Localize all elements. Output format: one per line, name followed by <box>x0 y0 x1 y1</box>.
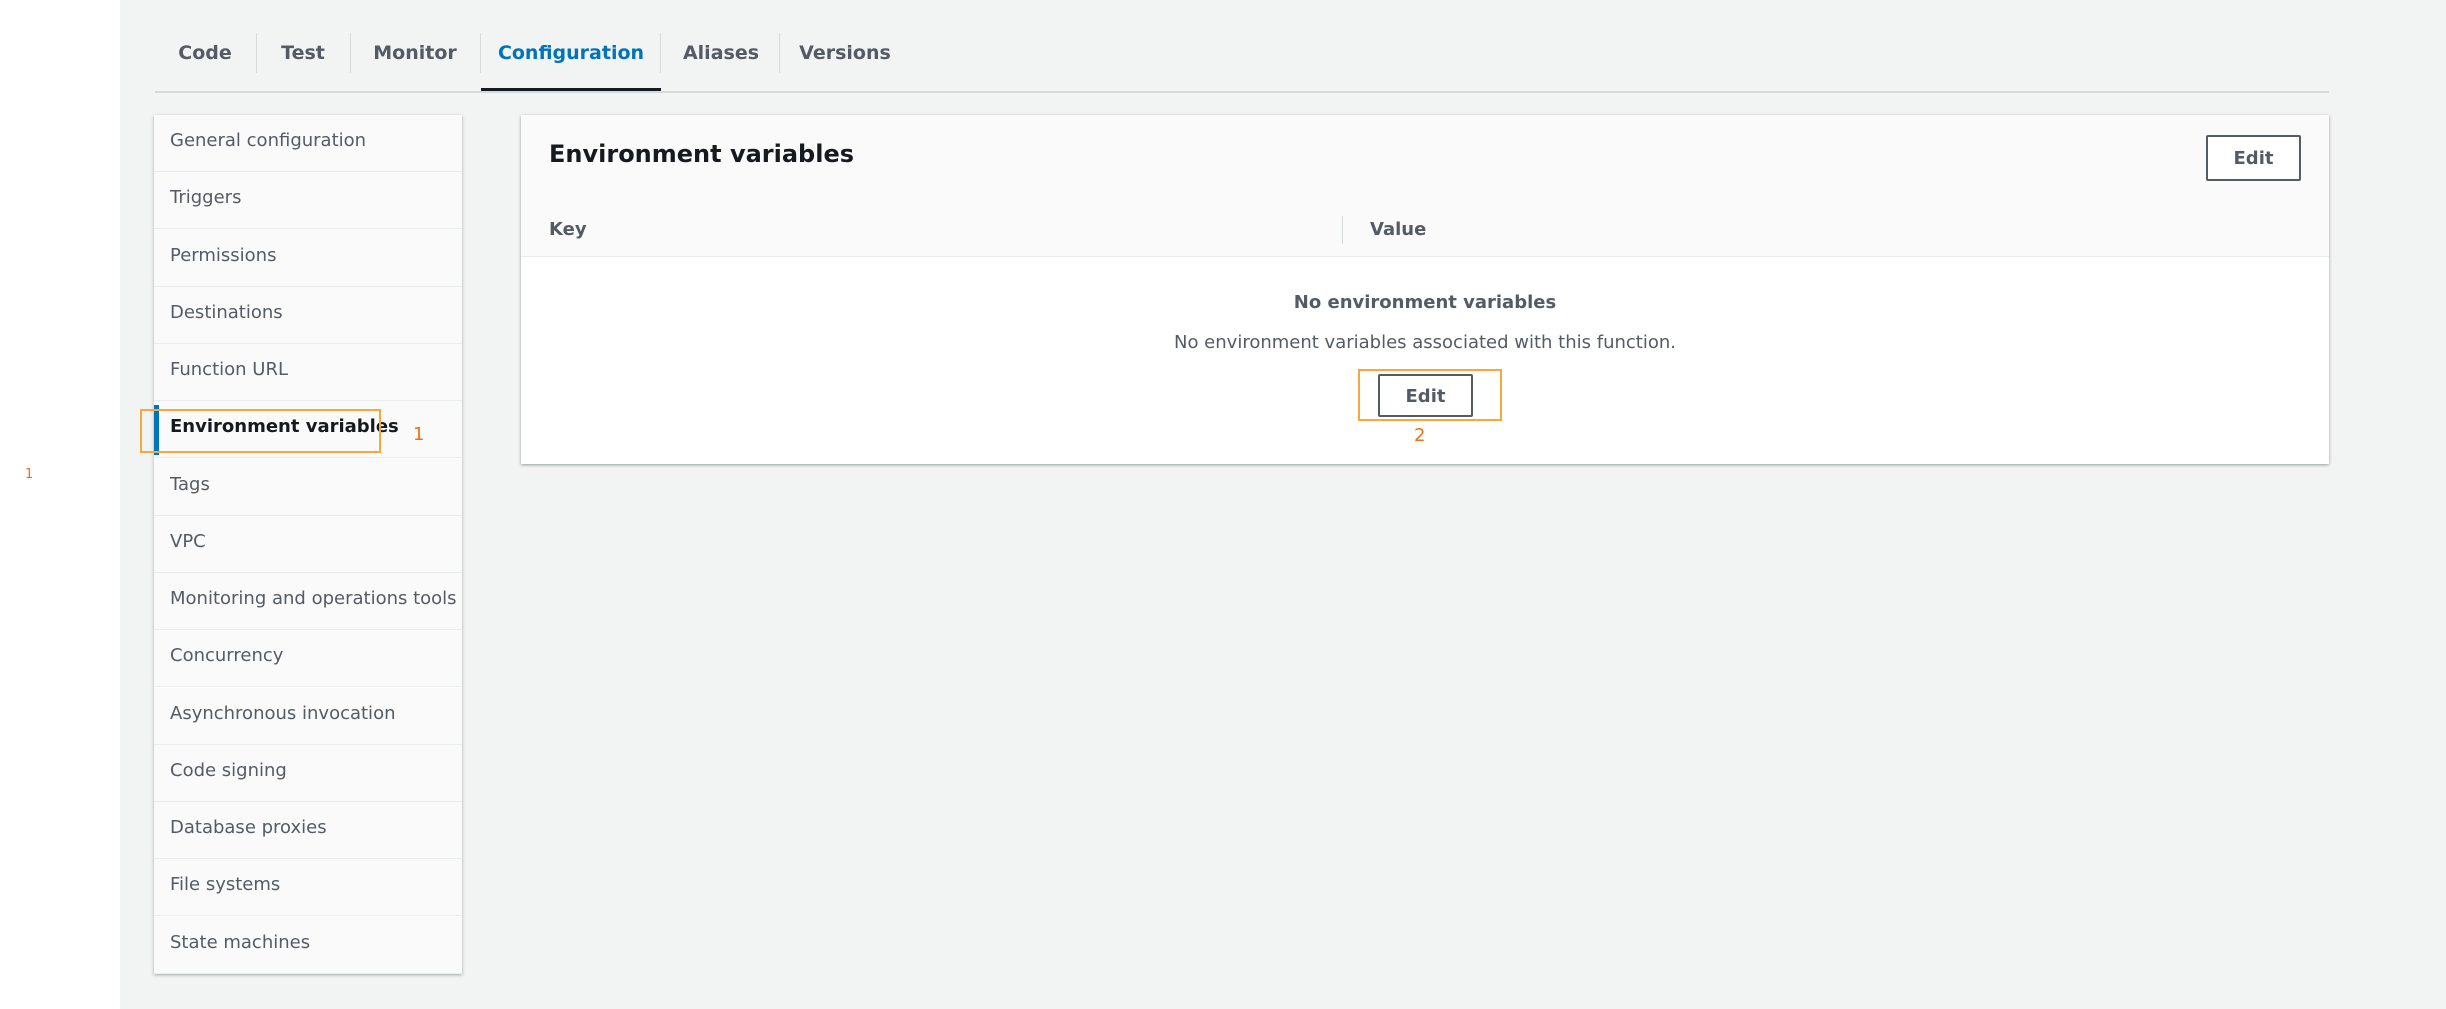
panel-title: Environment variables <box>549 140 855 168</box>
panel-header: Environment variables Edit <box>521 115 2329 205</box>
tab-test[interactable]: Test <box>257 30 349 91</box>
tab-code[interactable]: Code <box>155 30 255 91</box>
tab-aliases[interactable]: Aliases <box>661 30 781 91</box>
column-header-value: Value <box>1370 219 1427 240</box>
sidenav-item-triggers[interactable]: Triggers <box>154 172 462 229</box>
sidenav-item-tags[interactable]: Tags <box>154 459 462 516</box>
tab-configuration[interactable]: Configuration <box>481 30 661 91</box>
table-header: Key Value <box>521 204 2329 257</box>
sidenav-item-vpc[interactable]: VPC <box>154 516 462 573</box>
tab-versions[interactable]: Versions <box>780 30 910 91</box>
header-edit-button[interactable]: Edit <box>2206 135 2301 181</box>
sidenav-item-general-configuration[interactable]: General configuration <box>154 115 462 172</box>
sidenav-item-database-proxies[interactable]: Database proxies <box>154 802 462 859</box>
sidenav-item-file-systems[interactable]: File systems <box>154 859 462 916</box>
highlight-box-2 <box>1358 369 1502 421</box>
annotation-number-1: 1 <box>413 424 425 445</box>
sidenav-item-code-signing[interactable]: Code signing <box>154 745 462 802</box>
annotation-marker: 1 <box>25 467 34 482</box>
tab-bar: Code Test Monitor Configuration Aliases … <box>155 0 2329 93</box>
annotation-number-2: 2 <box>1414 425 1426 446</box>
sidenav-item-concurrency[interactable]: Concurrency <box>154 630 462 687</box>
sidenav-item-monitoring-tools[interactable]: Monitoring and operations tools <box>154 573 462 630</box>
sidenav-item-state-machines[interactable]: State machines <box>154 917 462 974</box>
sidenav-item-function-url[interactable]: Function URL <box>154 344 462 401</box>
sidenav-item-asynchronous-invocation[interactable]: Asynchronous invocation <box>154 688 462 745</box>
sidenav-item-destinations[interactable]: Destinations <box>154 287 462 344</box>
column-header-key: Key <box>549 219 587 240</box>
empty-state-title: No environment variables <box>1293 292 1557 313</box>
tab-monitor[interactable]: Monitor <box>351 30 479 91</box>
column-separator <box>1342 216 1343 244</box>
sidenav-item-permissions[interactable]: Permissions <box>154 230 462 287</box>
empty-state-description: No environment variables associated with… <box>1173 332 1676 353</box>
highlight-box-1 <box>140 409 381 453</box>
configuration-sidenav: General configuration Triggers Permissio… <box>154 115 462 974</box>
